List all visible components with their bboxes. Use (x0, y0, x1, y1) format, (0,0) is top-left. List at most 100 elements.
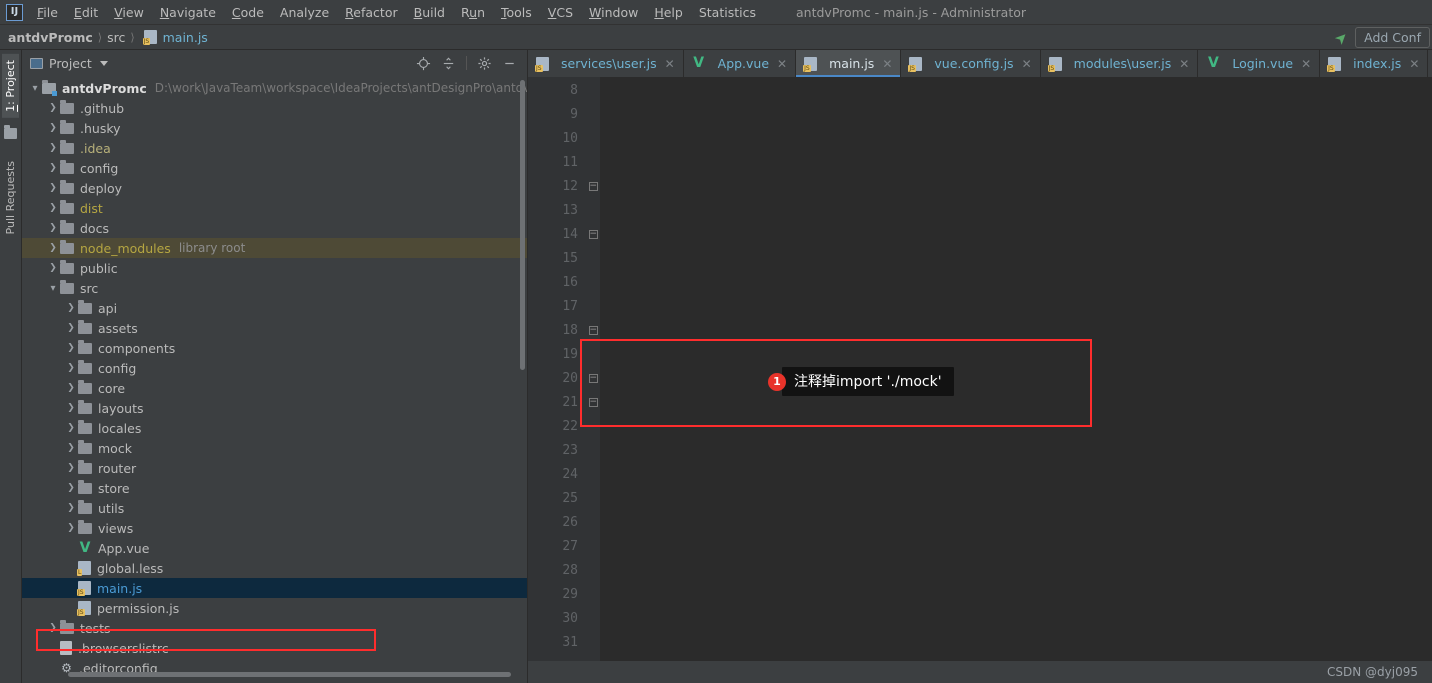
tree-row[interactable]: deploy (22, 178, 527, 198)
tree-row[interactable]: config (22, 158, 527, 178)
tree-expand-right-icon[interactable] (64, 423, 78, 433)
tree-expand-right-icon[interactable] (46, 203, 60, 213)
close-icon[interactable]: ✕ (665, 57, 675, 71)
tree-expand-right-icon[interactable] (46, 623, 60, 633)
tree-row[interactable]: permission.js (22, 598, 527, 618)
chevron-down-icon[interactable] (100, 61, 108, 66)
tree-horizontal-scrollbar[interactable] (68, 672, 511, 677)
settings-gear-icon[interactable] (477, 56, 492, 71)
tree-expand-right-icon[interactable] (64, 483, 78, 493)
menu-file[interactable]: File (29, 2, 66, 23)
breadcrumb-project[interactable]: antdvPromc (8, 30, 93, 45)
tree-expand-right-icon[interactable] (64, 523, 78, 533)
menu-build[interactable]: Build (406, 2, 453, 23)
tree-expand-right-icon[interactable] (46, 243, 60, 253)
project-panel-title-group[interactable]: Project (30, 56, 108, 71)
minimize-icon[interactable] (502, 56, 517, 71)
tree-row[interactable]: core (22, 378, 527, 398)
tree-expand-right-icon[interactable] (46, 263, 60, 273)
menu-analyze[interactable]: Analyze (272, 2, 337, 23)
tree-expand-right-icon[interactable] (64, 383, 78, 393)
tree-row[interactable]: utils (22, 498, 527, 518)
tree-row[interactable]: assets (22, 318, 527, 338)
editor-tab[interactable]: VLogin.vue✕ (1198, 50, 1320, 77)
tree-row[interactable]: global.less (22, 558, 527, 578)
tree-expand-right-icon[interactable] (46, 123, 60, 133)
tree-expand-right-icon[interactable] (64, 363, 78, 373)
close-icon[interactable]: ✕ (777, 57, 787, 71)
editor-tab[interactable]: babel.config.js (1428, 50, 1432, 77)
tree-expand-right-icon[interactable] (46, 223, 60, 233)
tree-vertical-scrollbar[interactable] (520, 80, 525, 370)
tree-row[interactable]: locales (22, 418, 527, 438)
tree-expand-right-icon[interactable] (64, 343, 78, 353)
tool-window-tab-pull-requests[interactable]: Pull Requests (2, 155, 19, 240)
code-content[interactable] (600, 77, 1432, 661)
fold-marker-collapse[interactable]: − (586, 223, 600, 247)
tree-row[interactable]: .github (22, 98, 527, 118)
menu-tools[interactable]: Tools (493, 2, 540, 23)
tree-row[interactable]: components (22, 338, 527, 358)
menu-window[interactable]: Window (581, 2, 646, 23)
tree-expand-right-icon[interactable] (46, 103, 60, 113)
menu-code[interactable]: Code (224, 2, 272, 23)
collapse-all-icon[interactable] (441, 56, 456, 71)
tree-row[interactable]: .idea (22, 138, 527, 158)
menu-refactor[interactable]: Refactor (337, 2, 405, 23)
menu-help[interactable]: Help (646, 2, 691, 23)
tree-row[interactable]: store (22, 478, 527, 498)
tree-expand-right-icon[interactable] (46, 183, 60, 193)
tree-expand-right-icon[interactable] (64, 403, 78, 413)
tree-row[interactable]: VApp.vue (22, 538, 527, 558)
fold-marker-collapse[interactable]: − (586, 391, 600, 415)
code-folding-gutter[interactable]: − − − − − (586, 77, 600, 661)
breadcrumb-src[interactable]: src (107, 30, 125, 45)
editor-tab[interactable]: vue.config.js✕ (901, 50, 1040, 77)
run-arrow-icon[interactable]: ➤ (1330, 27, 1352, 49)
tree-row[interactable]: tests (22, 618, 527, 638)
tree-row[interactable]: public (22, 258, 527, 278)
menu-vcs[interactable]: VCS (540, 2, 581, 23)
tree-expand-right-icon[interactable] (64, 443, 78, 453)
tree-expand-right-icon[interactable] (64, 463, 78, 473)
close-icon[interactable]: ✕ (882, 57, 892, 71)
project-tree[interactable]: antdvPromcD:\work\JavaTeam\workspace\Ide… (22, 76, 527, 683)
tree-row[interactable]: config (22, 358, 527, 378)
close-icon[interactable]: ✕ (1409, 57, 1419, 71)
tree-expand-right-icon[interactable] (64, 323, 78, 333)
tree-row[interactable]: api (22, 298, 527, 318)
menu-view[interactable]: View (106, 2, 152, 23)
breadcrumb-mainjs[interactable]: main.js (163, 30, 208, 45)
tree-row[interactable]: views (22, 518, 527, 538)
menu-statistics[interactable]: Statistics (691, 2, 764, 23)
editor-tab[interactable]: modules\user.js✕ (1041, 50, 1199, 77)
menu-run[interactable]: Run (453, 2, 493, 23)
tree-row[interactable]: dist (22, 198, 527, 218)
tree-expand-down-icon[interactable] (46, 283, 60, 294)
tree-row[interactable]: router (22, 458, 527, 478)
locate-icon[interactable] (416, 56, 431, 71)
close-icon[interactable]: ✕ (1022, 57, 1032, 71)
tree-row[interactable]: mock (22, 438, 527, 458)
favorites-folder-icon[interactable] (4, 128, 17, 139)
editor-tab-bar[interactable]: services\user.js✕VApp.vue✕main.js✕vue.co… (528, 50, 1432, 77)
fold-marker-collapse[interactable]: − (586, 319, 600, 343)
code-editor[interactable]: 8910111213141516171819202122232425262728… (528, 77, 1432, 661)
tree-row[interactable]: node_moduleslibrary root (22, 238, 527, 258)
tree-expand-right-icon[interactable] (46, 163, 60, 173)
editor-tab[interactable]: index.js✕ (1320, 50, 1428, 77)
tree-row[interactable]: .browserslistrc (22, 638, 527, 658)
tree-row[interactable]: main.js (22, 578, 527, 598)
tool-window-tab-project[interactable]: 1: Project (2, 54, 19, 118)
close-icon[interactable]: ✕ (1179, 57, 1189, 71)
fold-marker-collapse[interactable]: − (586, 367, 600, 391)
tree-row[interactable]: src (22, 278, 527, 298)
tree-row[interactable]: antdvPromcD:\work\JavaTeam\workspace\Ide… (22, 78, 527, 98)
menu-navigate[interactable]: Navigate (152, 2, 224, 23)
tree-expand-right-icon[interactable] (46, 143, 60, 153)
tree-row[interactable]: .husky (22, 118, 527, 138)
tree-expand-right-icon[interactable] (64, 503, 78, 513)
tree-row[interactable]: docs (22, 218, 527, 238)
tree-row[interactable]: layouts (22, 398, 527, 418)
editor-tab[interactable]: VApp.vue✕ (684, 50, 796, 77)
